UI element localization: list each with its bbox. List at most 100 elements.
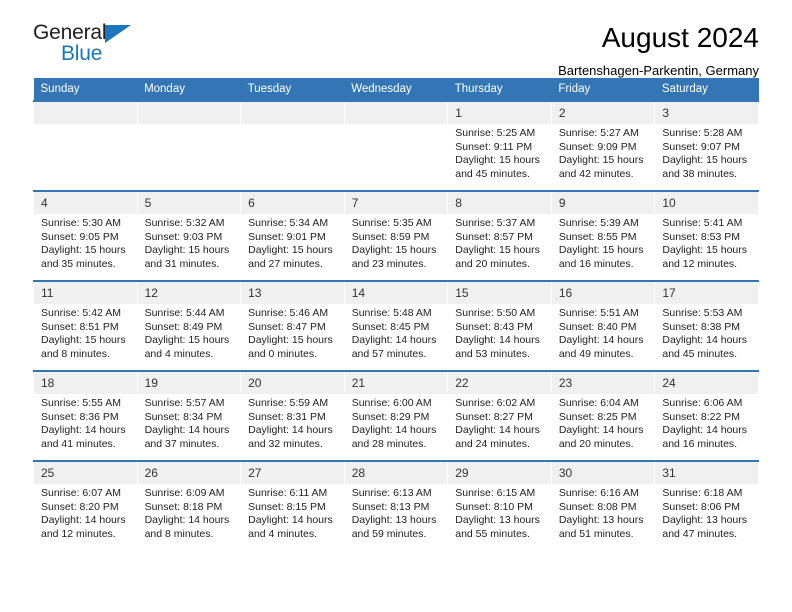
calendar-day-cell[interactable]: 16 Sunrise: 5:51 AM Sunset: 8:40 PM Dayligh… bbox=[550, 280, 656, 371]
day-number bbox=[241, 102, 344, 124]
sunset-time: Sunset: 8:55 PM bbox=[558, 230, 637, 243]
calendar-day-cell[interactable]: 28 Sunrise: 6:13 AM Sunset: 8:13 PM Dayligh… bbox=[343, 460, 449, 550]
calendar-day-cell[interactable]: 17 Sunrise: 5:53 AM Sunset: 8:38 PM Dayligh… bbox=[654, 280, 759, 371]
calendar-day-cell[interactable]: 8 Sunrise: 5:37 AM Sunset: 8:57 PM Daylight… bbox=[447, 190, 552, 281]
sunset-time: Sunset: 8:06 PM bbox=[662, 500, 741, 513]
calendar-week-row: 4 Sunrise: 5:30 AM Sunset: 9:05 PM Daylight… bbox=[33, 190, 759, 281]
calendar-day-cell[interactable]: 23 Sunrise: 6:04 AM Sunset: 8:25 PM Dayligh… bbox=[550, 370, 656, 461]
day-details: Sunrise: 5:37 AM Sunset: 8:57 PM Daylight:… bbox=[448, 214, 551, 271]
sunrise-time: Sunrise: 5:28 AM bbox=[662, 127, 743, 139]
calendar-day-cell[interactable]: 6 Sunrise: 5:34 AM Sunset: 9:01 PM Daylight… bbox=[240, 190, 345, 281]
calendar-day-cell[interactable]: 9 Sunrise: 5:39 AM Sunset: 8:55 PM Daylight… bbox=[550, 190, 656, 281]
day-number: 26 bbox=[137, 462, 241, 484]
sunrise-time: Sunrise: 6:15 AM bbox=[455, 487, 536, 499]
sunset-time: Sunset: 8:31 PM bbox=[248, 410, 326, 423]
calendar-page: General Blue August 2024 Bartenshagen-Pa… bbox=[0, 0, 792, 612]
calendar-week-row: 1 Sunrise: 5:25 AM Sunset: 9:11 PM Daylight… bbox=[33, 100, 759, 191]
daylight-duration-line2: and 51 minutes. bbox=[558, 527, 634, 540]
calendar-day-cell[interactable]: 25 Sunrise: 6:07 AM Sunset: 8:20 PM Dayligh… bbox=[33, 460, 138, 550]
day-details: Sunrise: 5:51 AM Sunset: 8:40 PM Daylight:… bbox=[552, 304, 655, 361]
calendar-day-cell[interactable]: 4 Sunrise: 5:30 AM Sunset: 9:05 PM Daylight… bbox=[33, 190, 138, 281]
weekday-header-thursday: Thursday bbox=[447, 78, 552, 101]
daylight-duration-line2: and 28 minutes. bbox=[351, 437, 427, 450]
day-number: 24 bbox=[655, 372, 758, 394]
day-number: 15 bbox=[448, 282, 551, 304]
calendar-day-cell[interactable]: 19 Sunrise: 5:57 AM Sunset: 8:34 PM Dayligh… bbox=[136, 370, 242, 461]
day-details: Sunrise: 5:27 AM Sunset: 9:09 PM Daylight:… bbox=[552, 124, 655, 181]
day-details: Sunrise: 5:48 AM Sunset: 8:45 PM Daylight:… bbox=[345, 304, 448, 361]
daylight-duration-line1: Daylight: 15 hours bbox=[558, 154, 644, 167]
calendar-day-cell[interactable]: 21 Sunrise: 6:00 AM Sunset: 8:29 PM Dayligh… bbox=[343, 370, 449, 461]
sunrise-time: Sunrise: 5:42 AM bbox=[41, 307, 121, 319]
daylight-duration-line2: and 20 minutes. bbox=[558, 437, 634, 450]
daylight-duration-line1: Daylight: 14 hours bbox=[351, 424, 437, 437]
day-number: 8 bbox=[448, 192, 551, 214]
calendar-day-cell[interactable]: 22 Sunrise: 6:02 AM Sunset: 8:27 PM Dayligh… bbox=[447, 370, 552, 461]
calendar-day-cell-empty bbox=[343, 100, 449, 191]
weekday-header-monday: Monday bbox=[137, 78, 241, 101]
calendar-day-cell[interactable]: 18 Sunrise: 5:55 AM Sunset: 8:36 PM Dayligh… bbox=[33, 370, 138, 461]
calendar-day-cell[interactable]: 13 Sunrise: 5:46 AM Sunset: 8:47 PM Dayligh… bbox=[240, 280, 345, 371]
calendar-day-cell-empty bbox=[136, 100, 242, 191]
daylight-duration-line2: and 23 minutes. bbox=[351, 257, 427, 270]
calendar-day-cell[interactable]: 3 Sunrise: 5:28 AM Sunset: 9:07 PM Daylight… bbox=[654, 100, 759, 191]
calendar-day-cell[interactable]: 26 Sunrise: 6:09 AM Sunset: 8:18 PM Dayligh… bbox=[136, 460, 242, 550]
calendar-day-cell[interactable]: 14 Sunrise: 5:48 AM Sunset: 8:45 PM Dayligh… bbox=[343, 280, 449, 371]
day-number: 9 bbox=[551, 192, 655, 214]
generalblue-logo[interactable]: General Blue bbox=[33, 22, 153, 68]
calendar-day-cell[interactable]: 31 Sunrise: 6:18 AM Sunset: 8:06 PM Dayligh… bbox=[654, 460, 759, 550]
day-details: Sunrise: 5:32 AM Sunset: 9:03 PM Daylight:… bbox=[138, 214, 241, 271]
day-number: 29 bbox=[448, 462, 551, 484]
sunset-time: Sunset: 8:29 PM bbox=[351, 410, 430, 423]
sunset-time: Sunset: 9:07 PM bbox=[662, 140, 741, 153]
daylight-duration-line2: and 31 minutes. bbox=[144, 257, 220, 270]
calendar-day-cell[interactable]: 20 Sunrise: 5:59 AM Sunset: 8:31 PM Dayligh… bbox=[240, 370, 345, 461]
daylight-duration-line1: Daylight: 13 hours bbox=[455, 514, 540, 527]
sunset-time: Sunset: 8:59 PM bbox=[351, 230, 430, 243]
page-subtitle: Bartenshagen-Parkentin, Germany bbox=[558, 63, 759, 78]
calendar-day-cell[interactable]: 24 Sunrise: 6:06 AM Sunset: 8:22 PM Dayligh… bbox=[654, 370, 759, 461]
sunrise-time: Sunrise: 5:50 AM bbox=[455, 307, 536, 319]
sunrise-time: Sunrise: 6:16 AM bbox=[558, 487, 639, 499]
daylight-duration-line1: Daylight: 15 hours bbox=[144, 334, 230, 347]
day-details: Sunrise: 5:39 AM Sunset: 8:55 PM Daylight:… bbox=[552, 214, 655, 271]
sunrise-time: Sunrise: 5:39 AM bbox=[558, 217, 639, 229]
daylight-duration-line1: Daylight: 15 hours bbox=[351, 244, 437, 257]
day-number bbox=[34, 102, 137, 124]
calendar-day-cell[interactable]: 15 Sunrise: 5:50 AM Sunset: 8:43 PM Dayligh… bbox=[447, 280, 552, 371]
daylight-duration-line1: Daylight: 15 hours bbox=[144, 244, 230, 257]
daylight-duration-line2: and 53 minutes. bbox=[455, 347, 530, 360]
daylight-duration-line1: Daylight: 13 hours bbox=[662, 514, 748, 527]
sunrise-time: Sunrise: 5:55 AM bbox=[41, 397, 121, 409]
page-header: General Blue August 2024 Bartenshagen-Pa… bbox=[33, 0, 759, 79]
day-details: Sunrise: 6:18 AM Sunset: 8:06 PM Daylight:… bbox=[655, 484, 758, 541]
day-number bbox=[137, 102, 241, 124]
day-number: 16 bbox=[551, 282, 655, 304]
day-details: Sunrise: 6:16 AM Sunset: 8:08 PM Daylight:… bbox=[552, 484, 655, 541]
day-details: Sunrise: 5:50 AM Sunset: 8:43 PM Daylight:… bbox=[448, 304, 551, 361]
sunrise-time: Sunrise: 5:37 AM bbox=[455, 217, 536, 229]
calendar-day-cell[interactable]: 29 Sunrise: 6:15 AM Sunset: 8:10 PM Dayligh… bbox=[447, 460, 552, 550]
calendar-day-cell[interactable]: 1 Sunrise: 5:25 AM Sunset: 9:11 PM Daylight… bbox=[447, 100, 552, 191]
calendar-day-cell[interactable]: 11 Sunrise: 5:42 AM Sunset: 8:51 PM Dayligh… bbox=[33, 280, 138, 371]
sunset-time: Sunset: 9:11 PM bbox=[455, 140, 533, 153]
calendar-grid: Sunday Monday Tuesday Wednesday Thursday Frid… bbox=[33, 78, 759, 550]
calendar-day-cell[interactable]: 30 Sunrise: 6:16 AM Sunset: 8:08 PM Dayligh… bbox=[550, 460, 656, 550]
day-number: 7 bbox=[344, 192, 448, 214]
weekday-header-saturday: Saturday bbox=[654, 78, 759, 101]
calendar-day-cell[interactable]: 7 Sunrise: 5:35 AM Sunset: 8:59 PM Daylight… bbox=[343, 190, 449, 281]
calendar-day-cell[interactable]: 27 Sunrise: 6:11 AM Sunset: 8:15 PM Dayligh… bbox=[240, 460, 345, 550]
calendar-day-cell[interactable]: 2 Sunrise: 5:27 AM Sunset: 9:09 PM Daylight… bbox=[550, 100, 656, 191]
calendar-day-cell[interactable]: 10 Sunrise: 5:41 AM Sunset: 8:53 PM Dayligh… bbox=[654, 190, 759, 281]
daylight-duration-line2: and 0 minutes. bbox=[248, 347, 318, 360]
calendar-day-cell[interactable]: 12 Sunrise: 5:44 AM Sunset: 8:49 PM Dayligh… bbox=[136, 280, 242, 371]
day-number: 12 bbox=[137, 282, 241, 304]
day-details: Sunrise: 5:34 AM Sunset: 9:01 PM Daylight:… bbox=[241, 214, 344, 271]
daylight-duration-line1: Daylight: 14 hours bbox=[41, 514, 126, 527]
sunrise-time: Sunrise: 5:27 AM bbox=[558, 127, 639, 139]
day-details: Sunrise: 5:25 AM Sunset: 9:11 PM Daylight:… bbox=[448, 124, 551, 181]
sunrise-time: Sunrise: 5:25 AM bbox=[455, 127, 536, 139]
day-number: 6 bbox=[241, 192, 344, 214]
calendar-day-cell[interactable]: 5 Sunrise: 5:32 AM Sunset: 9:03 PM Daylight… bbox=[136, 190, 242, 281]
day-details: Sunrise: 5:42 AM Sunset: 8:51 PM Daylight:… bbox=[34, 304, 137, 361]
